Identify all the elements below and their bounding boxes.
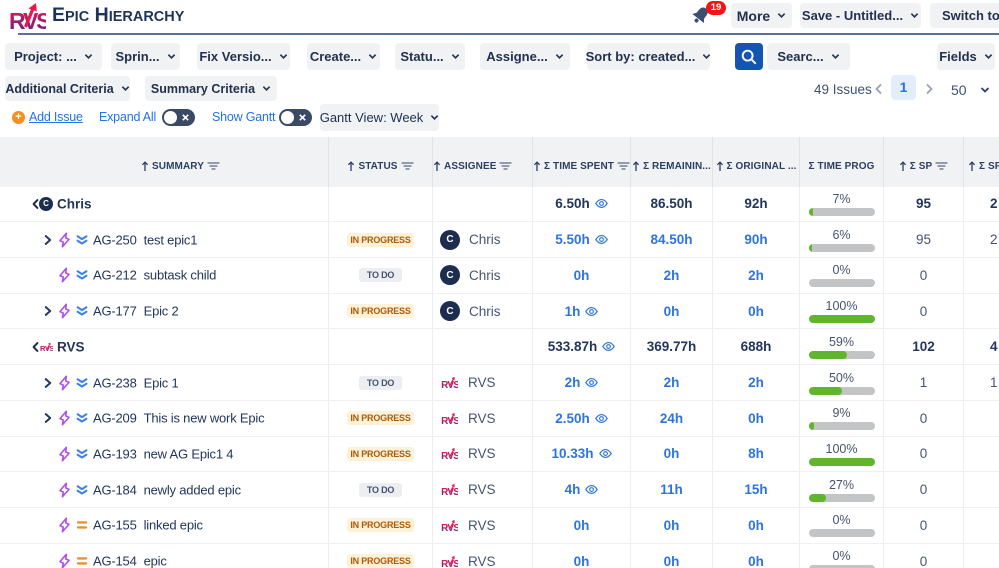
svg-text:RVS: RVS [441,558,458,567]
svg-text:RVS: RVS [441,451,458,460]
svg-text:RVS: RVS [441,487,458,496]
svg-text:RVS: RVS [441,523,458,532]
svg-text:RVS: RVS [441,380,458,389]
svg-text:RVS: RVS [40,344,53,352]
svg-text:RVS: RVS [441,416,458,425]
